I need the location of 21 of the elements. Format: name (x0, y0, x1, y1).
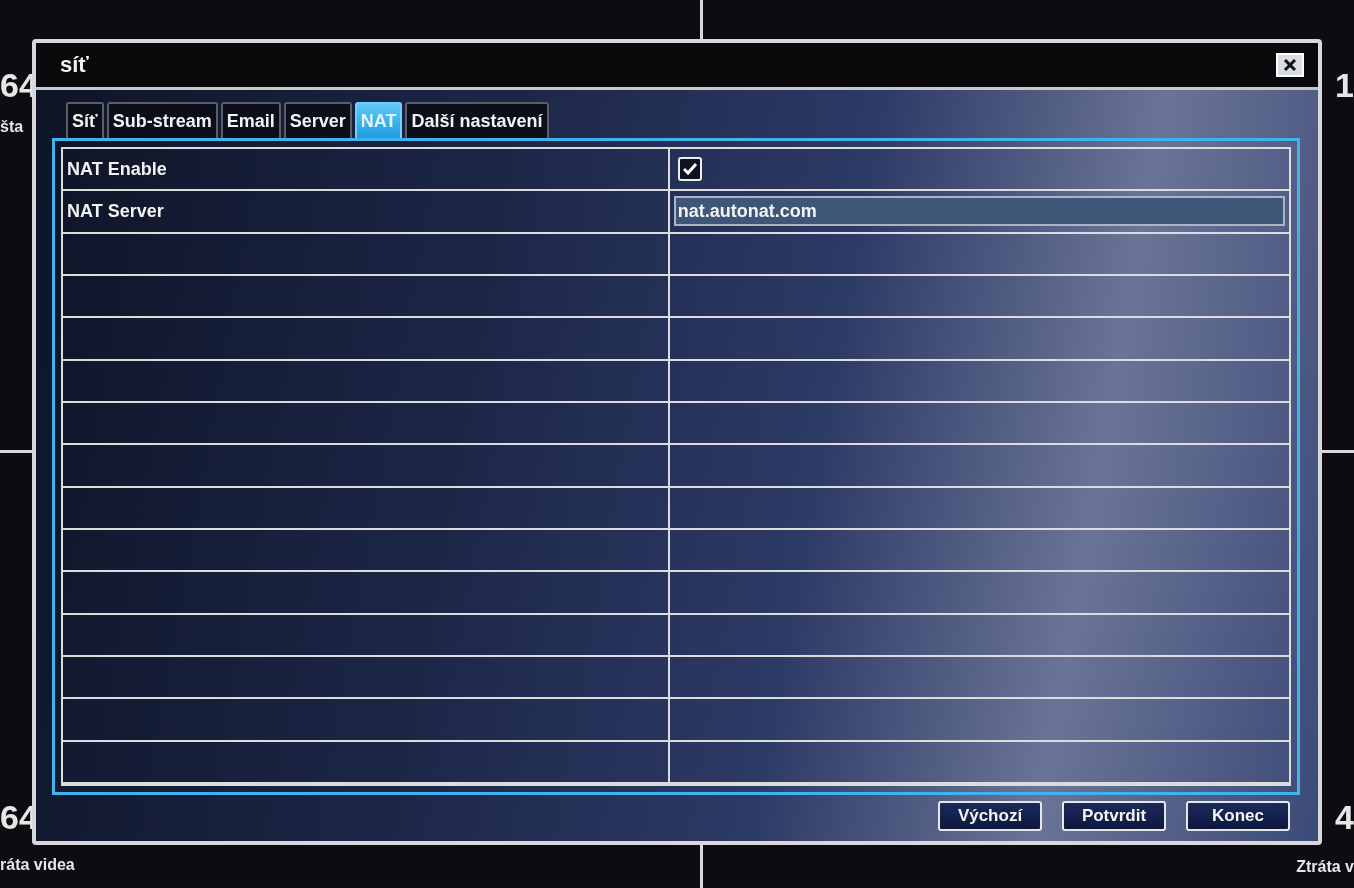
input-field[interactable]: nat.autonat.com (673, 196, 1285, 227)
tab[interactable]: Server (283, 102, 352, 138)
window-title: síť (60, 52, 89, 78)
setting-label: NAT Server (67, 201, 164, 222)
dialog-button[interactable]: Konec (1186, 801, 1290, 831)
dialog-button[interactable]: Výchozí (938, 801, 1042, 831)
channel-status-text: Ztráta v (1296, 858, 1354, 876)
channel-status-text: ráta videa (0, 856, 75, 874)
close-icon (1283, 58, 1297, 72)
channel-number: 4 (1335, 798, 1354, 837)
dialog-button[interactable]: Potvrdit (1062, 801, 1166, 831)
checkbox[interactable] (677, 157, 702, 182)
setting-label: NAT Enable (67, 158, 167, 180)
tab[interactable]: Další nastavení (405, 102, 549, 138)
checkmark-icon (682, 163, 697, 176)
tab[interactable]: Sub-stream (106, 102, 218, 138)
channel-number: 1 (1335, 66, 1354, 105)
tab[interactable]: Síť (66, 102, 104, 138)
tab[interactable]: Email (220, 102, 281, 138)
channel-status-text: šta (0, 118, 24, 136)
close-button[interactable] (1276, 53, 1304, 77)
